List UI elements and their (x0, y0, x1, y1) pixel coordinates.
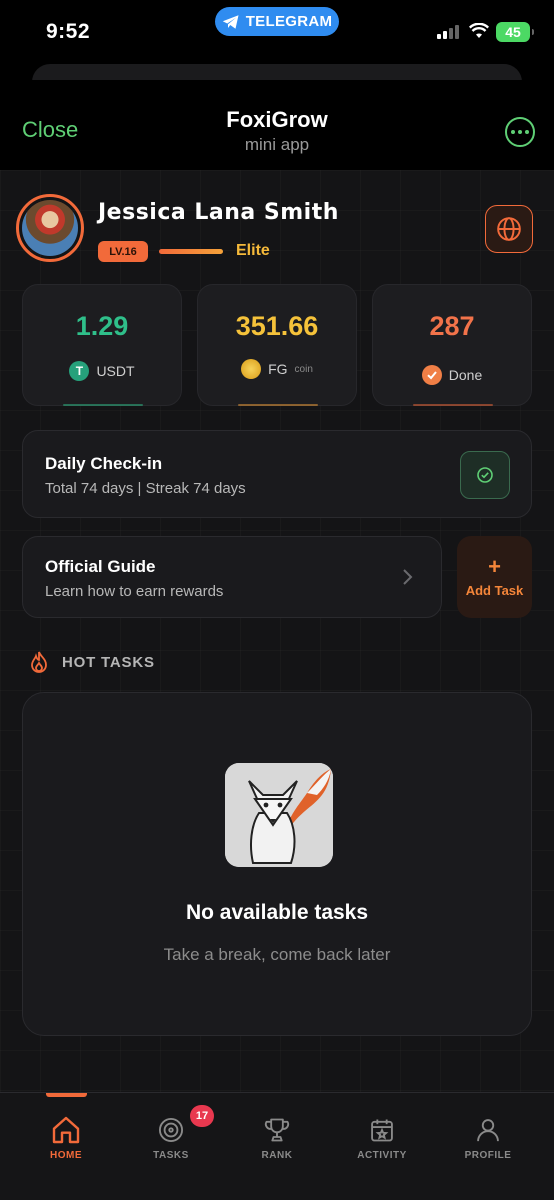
done-stat-card[interactable]: 287 Done (372, 284, 532, 406)
done-label: Done (448, 367, 483, 383)
nav-profile[interactable]: PROFILE (433, 1093, 543, 1183)
user-name: Jessica Lana Smith (98, 200, 339, 225)
checkin-title: Daily Check-in (45, 454, 163, 473)
card-glow (63, 404, 143, 406)
fg-coin-value: 351.66 (235, 311, 319, 341)
done-label-row: Done (373, 365, 531, 385)
flame-icon (31, 651, 47, 673)
fg-coin-sublabel: coin (294, 363, 313, 375)
usdt-label: USDT (96, 363, 135, 379)
card-glow (238, 404, 318, 406)
checkin-button[interactable] (460, 451, 510, 499)
bottom-nav: HOME TASKS 17 RANK ACTIVITY PROFILE (0, 1092, 554, 1200)
checkin-subtitle: Total 74 days | Streak 74 days (45, 480, 246, 497)
tasks-count-badge: 17 (190, 1105, 214, 1127)
nav-active-indicator (46, 1093, 87, 1097)
home-icon (48, 1112, 84, 1148)
app-content: Jessica Lana Smith LV.16 Elite 1.29 T US… (0, 170, 554, 1092)
plus-icon: + (488, 553, 501, 579)
more-options-button[interactable] (505, 117, 535, 147)
tier-label: Elite (236, 242, 270, 259)
telegram-icon (222, 14, 239, 29)
fg-coin-label: FG (268, 361, 288, 377)
usdt-stat-card[interactable]: 1.29 T USDT (22, 284, 182, 406)
guide-subtitle: Learn how to earn rewards (45, 583, 224, 600)
add-task-label: Add Task (465, 582, 524, 598)
official-guide-card[interactable]: Official Guide Learn how to earn rewards (22, 536, 442, 618)
empty-state-subtitle: Take a break, come back later (163, 945, 391, 964)
hot-tasks-list: No available tasks Take a break, come ba… (22, 692, 532, 1036)
title-block: FoxiGrow mini app (0, 107, 554, 155)
status-time: 9:52 (46, 20, 91, 43)
level-badge: LV.16 (98, 241, 148, 262)
telegram-pill[interactable]: TELEGRAM (215, 7, 339, 36)
status-bar: 9:52 TELEGRAM 45 (0, 0, 554, 94)
target-icon (153, 1112, 189, 1148)
daily-checkin-card[interactable]: Daily Check-in Total 74 days | Streak 74… (22, 430, 532, 518)
nav-home[interactable]: HOME (11, 1093, 121, 1183)
chevron-right-icon (403, 569, 413, 585)
calendar-icon (364, 1112, 400, 1148)
nav-rank-label: RANK (261, 1150, 293, 1161)
usdt-icon: T (69, 361, 90, 381)
dot-icon (525, 130, 529, 134)
add-task-button[interactable]: + Add Task (457, 536, 532, 618)
nav-activity-label: ACTIVITY (357, 1150, 407, 1161)
card-glow (413, 404, 493, 406)
hot-tasks-title: HOT TASKS (62, 653, 155, 671)
battery-icon: 45 (496, 22, 534, 42)
done-value: 287 (429, 311, 475, 341)
dot-icon (511, 130, 515, 134)
fg-coin-label-row: FG coin (198, 359, 356, 379)
hot-tasks-header: HOT TASKS (30, 651, 155, 673)
app-title: FoxiGrow (226, 107, 328, 132)
check-circle-icon (477, 467, 493, 483)
nav-home-label: HOME (50, 1150, 82, 1161)
mini-app-header: Close FoxiGrow mini app (0, 80, 554, 170)
fg-coin-stat-card[interactable]: 351.66 FG coin (197, 284, 357, 406)
usdt-value: 1.29 (75, 311, 129, 341)
telegram-label: TELEGRAM (245, 13, 333, 30)
fox-illustration (225, 763, 333, 867)
fg-coin-icon (241, 359, 262, 379)
nav-profile-label: PROFILE (464, 1150, 512, 1161)
globe-icon (497, 217, 521, 241)
wifi-icon (469, 23, 489, 38)
trophy-icon (259, 1112, 295, 1148)
language-button[interactable] (485, 205, 533, 253)
signal-icon (437, 25, 459, 39)
avatar-image (22, 200, 78, 256)
nav-rank[interactable]: RANK (222, 1093, 332, 1183)
app-subtitle: mini app (244, 135, 310, 154)
nav-tasks-label: TASKS (153, 1150, 189, 1161)
usdt-label-row: T USDT (23, 361, 181, 381)
level-progress-bar (159, 249, 223, 254)
check-badge-icon (421, 365, 442, 385)
dot-icon (518, 130, 522, 134)
nav-activity[interactable]: ACTIVITY (327, 1093, 437, 1183)
battery-level: 45 (505, 24, 521, 40)
guide-title: Official Guide (45, 557, 156, 576)
empty-state-title: No available tasks (185, 901, 369, 924)
avatar[interactable] (16, 194, 84, 262)
user-icon (470, 1112, 506, 1148)
